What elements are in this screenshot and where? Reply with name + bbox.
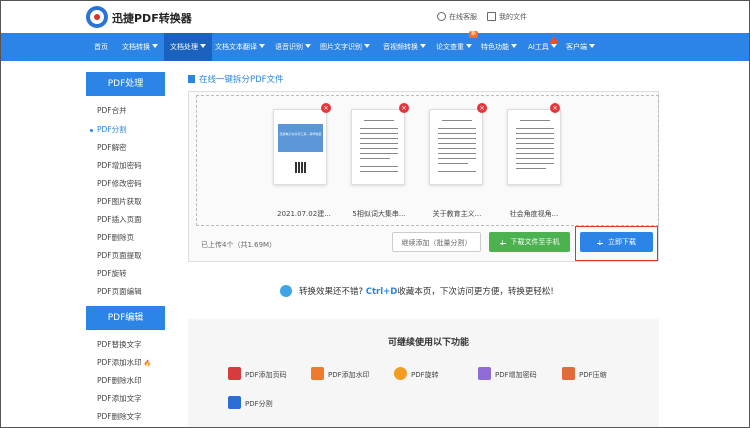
page-title: 在线一键拆分PDF文件: [188, 73, 284, 85]
sidebar-item-pdf-insert-page[interactable]: PDF插入页面: [97, 214, 142, 225]
qr-code-icon: [295, 162, 306, 173]
nav-image-ocr[interactable]: 图片文字识别: [320, 33, 370, 61]
func-pdf-rotate[interactable]: PDF旋转: [394, 367, 439, 380]
cover-banner: [278, 124, 323, 152]
split-icon: [228, 396, 241, 409]
file-drop-zone[interactable]: [196, 95, 659, 226]
sidebar-item-pdf-add-text[interactable]: PDF添加文字: [97, 393, 142, 404]
smiley-icon: [280, 285, 292, 297]
file-thumbnail[interactable]: [351, 109, 405, 185]
remove-file-icon[interactable]: ×: [321, 103, 331, 113]
download-to-phone-button[interactable]: 下载文件至手机: [489, 232, 570, 253]
watermark-icon: [311, 367, 324, 380]
sidebar-item-pdf-merge[interactable]: PDF合并: [97, 105, 127, 116]
nav-speech-recognition[interactable]: 语音识别: [275, 33, 311, 61]
fire-icon: 🔥: [143, 360, 152, 367]
hot-indicator-icon: [549, 36, 559, 44]
chevron-down-icon: [305, 44, 311, 48]
file-name: 社会角度视角...: [509, 210, 559, 218]
compress-icon: [562, 367, 575, 380]
bookmark-tip: 转换效果还不错? Ctrl+D收藏本页，下次访问更方便，转换更轻松!: [280, 285, 554, 297]
sidebar-group-pdf-edit: PDF编辑: [86, 306, 165, 330]
brand-logo-icon[interactable]: [86, 6, 108, 28]
chevron-down-icon: [152, 44, 158, 48]
page-number-icon: [228, 367, 241, 380]
file-name: 2021.07.02建...: [277, 210, 331, 218]
sidebar-item-pdf-add-password[interactable]: PDF增加密码: [97, 160, 142, 171]
top-header: 迅捷PDF转换器 在线客服 我的文件: [0, 0, 750, 33]
cover-title: 迅捷电子书分享工具—海华收集: [279, 132, 322, 136]
remove-file-icon[interactable]: ×: [550, 103, 560, 113]
nav-doc-translate[interactable]: 文档文本翻译: [215, 33, 265, 61]
customer-service-link[interactable]: 在线客服: [437, 12, 477, 22]
brand-name[interactable]: 迅捷PDF转换器: [112, 10, 192, 26]
sidebar-item-pdf-remove-watermark[interactable]: PDF删除水印: [97, 375, 142, 386]
func-pdf-add-watermark[interactable]: PDF添加水印: [311, 367, 370, 380]
nav-thesis-check[interactable]: 论文查重新: [436, 31, 479, 61]
chevron-down-icon: [420, 44, 426, 48]
my-files-link[interactable]: 我的文件: [487, 12, 527, 22]
sidebar-item-pdf-change-password[interactable]: PDF修改密码: [97, 178, 142, 189]
nav-doc-convert[interactable]: 文档转换: [122, 33, 158, 61]
file-thumbnail[interactable]: [429, 109, 483, 185]
remove-file-icon[interactable]: ×: [399, 103, 409, 113]
sidebar-item-pdf-replace-text[interactable]: PDF替换文字: [97, 339, 142, 350]
nav-home[interactable]: 首页: [94, 33, 108, 61]
chevron-down-icon: [511, 44, 517, 48]
rotate-icon: [394, 367, 407, 380]
nav-client[interactable]: 客户端: [566, 33, 595, 61]
chevron-down-icon: [364, 44, 370, 48]
download-icon: [499, 233, 506, 253]
sidebar-item-pdf-page-edit[interactable]: PDF页面编辑: [97, 286, 142, 297]
sidebar-item-pdf-rotate[interactable]: PDF旋转: [97, 268, 127, 279]
document-icon: [487, 12, 496, 21]
file-thumbnail[interactable]: [507, 109, 561, 185]
continue-add-button[interactable]: 继续添加（批量分割）: [392, 232, 481, 252]
lock-icon: [478, 367, 491, 380]
nav-special-features[interactable]: 特色功能: [481, 33, 517, 61]
chevron-down-icon: [200, 44, 206, 48]
func-pdf-add-password[interactable]: PDF增加密码: [478, 367, 537, 380]
func-pdf-compress[interactable]: PDF压缩: [562, 367, 607, 380]
sidebar-item-pdf-delete-page[interactable]: PDF删除页: [97, 232, 134, 243]
chevron-down-icon: [550, 44, 557, 48]
file-icon: [188, 75, 195, 83]
sidebar-item-pdf-add-watermark[interactable]: PDF添加水印 🔥: [97, 357, 151, 368]
active-dot-icon: [90, 129, 93, 132]
main-nav: 首页 文档转换 文档处理 文档文本翻译 语音识别 图片文字识别 音视频转换 论文…: [0, 31, 750, 61]
sidebar-item-pdf-extract-images[interactable]: PDF图片获取: [97, 196, 142, 207]
new-badge: 新: [469, 31, 479, 38]
sidebar-item-pdf-delete-text[interactable]: PDF删除文字: [97, 411, 142, 422]
remove-file-icon[interactable]: ×: [477, 103, 487, 113]
more-functions-title: 可继续使用以下功能: [388, 338, 470, 348]
func-pdf-add-page-number[interactable]: PDF添加页码: [228, 367, 287, 380]
sidebar-item-pdf-split[interactable]: PDF分割: [97, 124, 127, 135]
upload-summary: 已上传4个（共1.69M）: [201, 241, 277, 249]
headset-icon: [437, 12, 446, 21]
sidebar-group-pdf-process: PDF处理: [86, 72, 165, 96]
chevron-down-icon: [466, 44, 472, 48]
sidebar-item-pdf-decrypt[interactable]: PDF解密: [97, 142, 127, 153]
file-name: 5相似词大集串...: [352, 210, 406, 218]
nav-av-convert[interactable]: 音视频转换: [383, 33, 426, 61]
file-name: 关于教育主义...: [432, 210, 482, 218]
sidebar-item-pdf-extract-page[interactable]: PDF页面提取: [97, 250, 142, 261]
chevron-down-icon: [259, 44, 265, 48]
nav-doc-process[interactable]: 文档处理: [164, 33, 212, 61]
highlight-box: [575, 226, 658, 261]
chevron-down-icon: [589, 44, 595, 48]
func-pdf-split[interactable]: PDF分割: [228, 396, 273, 409]
file-thumbnail[interactable]: 迅捷电子书分享工具—海华收集: [273, 109, 327, 185]
